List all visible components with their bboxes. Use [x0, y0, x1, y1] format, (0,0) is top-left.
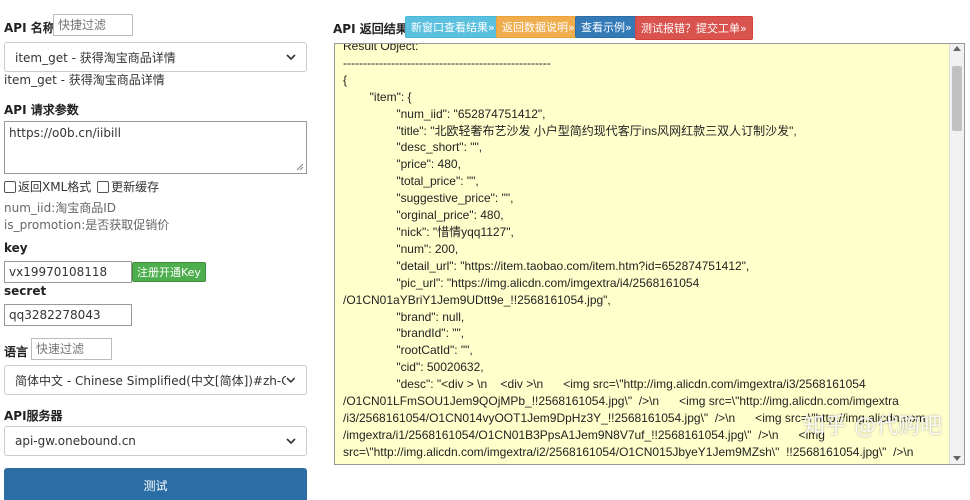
language-select[interactable]: 简体中文 - Chinese Simplified(中文[简体])#zh-CN	[4, 365, 307, 395]
api-select[interactable]: item_get - 获得淘宝商品详情	[4, 42, 307, 72]
chevron-down-icon	[286, 377, 296, 383]
key-value: vx19970108118	[9, 265, 108, 279]
xml-label: 返回XML格式	[18, 180, 92, 194]
api-name-label: API 名称	[4, 21, 55, 35]
cache-checkbox[interactable]	[97, 181, 110, 193]
scroll-down-icon[interactable]	[953, 456, 961, 461]
language-filter-input[interactable]	[31, 338, 112, 360]
xml-checkbox[interactable]	[4, 181, 16, 193]
test-button[interactable]: 测试	[4, 468, 307, 500]
api-filter-input[interactable]	[53, 14, 133, 36]
report-error-button[interactable]: 测试报错？提交工单»	[635, 16, 753, 40]
data-description-button[interactable]: 返回数据说明»	[496, 16, 581, 38]
register-key-button[interactable]: 注册开通Key	[132, 262, 206, 282]
watermark: 知乎 @代购吧	[803, 414, 942, 439]
language-label: 语言	[4, 345, 29, 359]
secret-label: secret	[4, 284, 47, 298]
resize-grip-icon[interactable]	[296, 163, 304, 171]
api-description: item_get - 获得淘宝商品详情	[4, 73, 165, 87]
options-row: 返回XML格式 更新缓存	[4, 178, 159, 195]
api-select-value: item_get - 获得淘宝商品详情	[15, 50, 176, 65]
key-label: key	[4, 241, 28, 255]
result-textarea[interactable]: Result Object: -------------------------…	[334, 43, 965, 465]
key-input[interactable]: vx19970108118	[4, 261, 132, 283]
params-label: API 请求参数	[4, 103, 79, 117]
scroll-up-icon[interactable]	[953, 46, 961, 51]
result-json: Result Object: -------------------------…	[343, 43, 926, 464]
language-select-value: 简体中文 - Chinese Simplified(中文[简体])#zh-CN	[15, 373, 287, 388]
chevron-down-icon	[286, 54, 296, 61]
hint-is-promotion: is_promotion:是否获取促销价	[4, 218, 170, 232]
hint-num-iid: num_iid:淘宝商品ID	[4, 201, 117, 215]
cache-label: 更新缓存	[111, 180, 160, 194]
new-window-button[interactable]: 新窗口查看结果»	[405, 16, 501, 38]
request-panel: API 名称 item_get - 获得淘宝商品详情 item_get - 获得…	[0, 0, 318, 500]
view-example-button[interactable]: 查看示例»	[575, 16, 638, 38]
params-value: https://o0b.cn/iibill	[9, 126, 121, 140]
secret-value: qq3282278043	[9, 308, 101, 322]
server-select-value: api-gw.onebound.cn	[15, 434, 136, 448]
result-label: API 返回结果	[333, 22, 408, 36]
secret-input[interactable]: qq3282278043	[4, 304, 132, 326]
scroll-thumb[interactable]	[952, 66, 962, 131]
vertical-scrollbar[interactable]	[949, 44, 964, 464]
server-select[interactable]: api-gw.onebound.cn	[4, 426, 307, 456]
chevron-down-icon	[286, 438, 296, 445]
result-panel: API 返回结果 新窗口查看结果» 返回数据说明» 查看示例» 测试报错？提交工…	[332, 0, 970, 500]
params-textarea[interactable]: https://o0b.cn/iibill	[4, 121, 307, 174]
server-label: API服务器	[4, 409, 63, 423]
